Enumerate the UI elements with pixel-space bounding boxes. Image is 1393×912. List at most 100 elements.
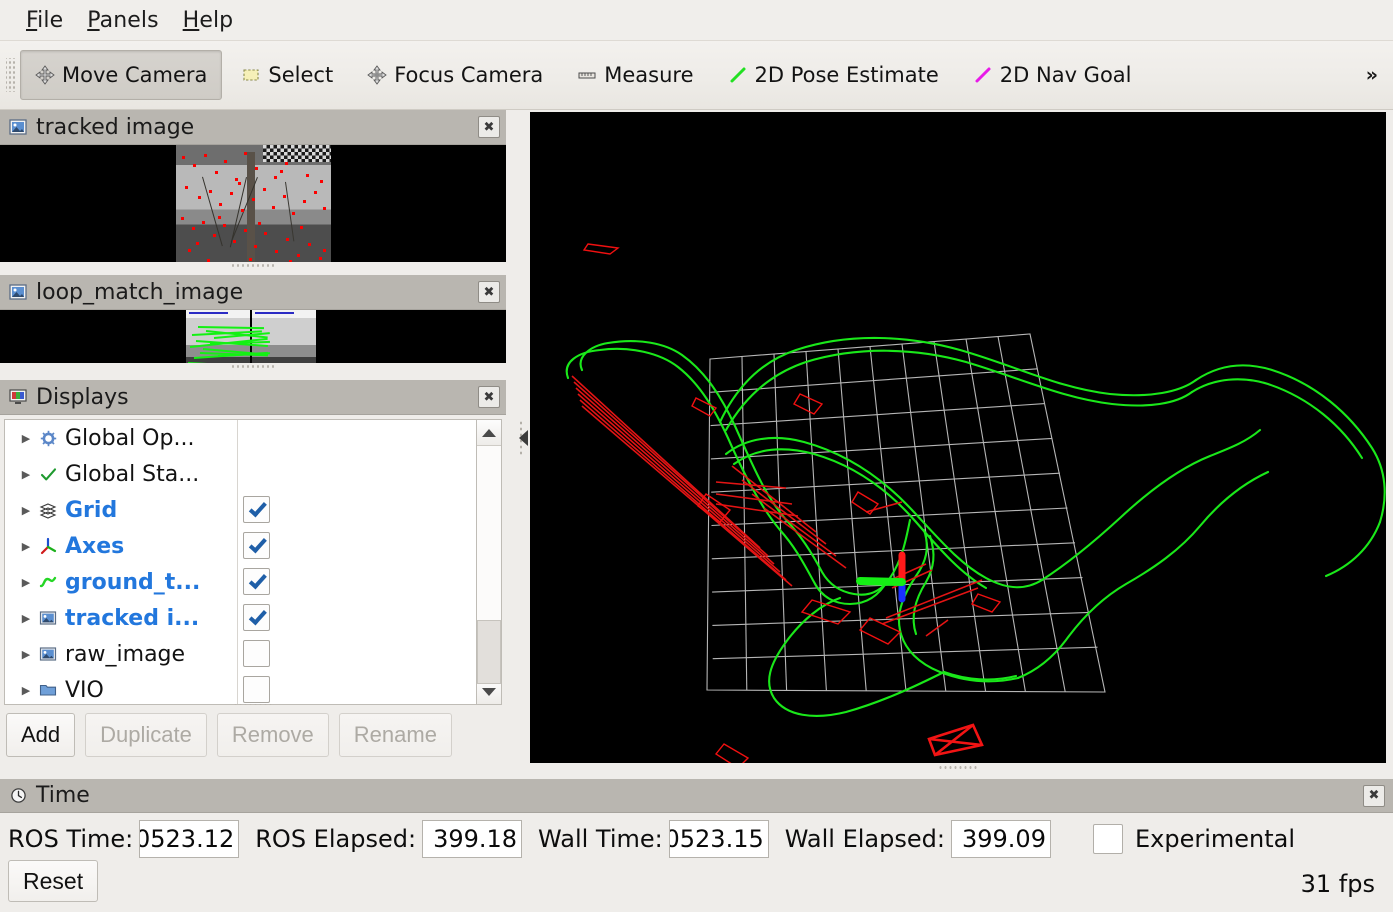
view-resize-grip[interactable] bbox=[530, 763, 1386, 771]
panel-loop-match-image: loop_match_image ✖ bbox=[0, 275, 506, 370]
focus-camera-icon bbox=[367, 65, 387, 85]
wall-time-value[interactable]: 0523.15 bbox=[668, 820, 769, 858]
panel-time-close-icon[interactable]: ✖ bbox=[1363, 784, 1385, 807]
ros-time-value[interactable]: 0523.12 bbox=[139, 820, 240, 858]
menu-file-mnemonic: F bbox=[26, 7, 38, 33]
tool-select-label: Select bbox=[268, 63, 334, 87]
scrollbar-thumb[interactable] bbox=[477, 620, 501, 684]
tree-item-label: tracked i... bbox=[65, 605, 200, 631]
panel-displays: Displays ✖ ▶ Global Op... ▶ Global Sta..… bbox=[0, 380, 506, 765]
panel-loop-match-image-close-icon[interactable]: ✖ bbox=[478, 281, 500, 303]
wall-elapsed-value[interactable]: 399.09 bbox=[950, 820, 1051, 858]
menu-help[interactable]: Help bbox=[171, 6, 246, 35]
displays-button-row: Add Duplicate Remove Rename bbox=[0, 705, 506, 765]
tool-select[interactable]: Select bbox=[226, 50, 348, 100]
duplicate-button[interactable]: Duplicate bbox=[85, 713, 207, 757]
menu-panels[interactable]: Panels bbox=[75, 6, 170, 35]
left-dock: tracked image ✖ loop_match_image ✖ Displ… bbox=[0, 110, 506, 765]
expand-arrow-icon[interactable]: ▶ bbox=[15, 468, 37, 481]
tree-item-checkbox[interactable] bbox=[243, 532, 270, 559]
tree-item-checkbox[interactable] bbox=[243, 496, 270, 523]
toolbar-drag-grip[interactable] bbox=[6, 58, 16, 92]
fps-counter: 31 fps bbox=[1300, 870, 1375, 898]
render-view-3d[interactable] bbox=[530, 112, 1386, 763]
panel-tracked-image: tracked image ✖ bbox=[0, 110, 506, 269]
tree-item-checkbox[interactable] bbox=[243, 604, 270, 631]
reset-button[interactable]: Reset bbox=[8, 860, 99, 902]
ros-elapsed-value[interactable]: 399.18 bbox=[422, 820, 523, 858]
expand-arrow-icon[interactable]: ▶ bbox=[15, 684, 37, 697]
rename-button[interactable]: Rename bbox=[338, 713, 452, 757]
tree-item-label: raw_image bbox=[65, 641, 186, 667]
panel-tracked-image-titlebar[interactable]: tracked image ✖ bbox=[0, 110, 506, 145]
tracked-image-frame bbox=[176, 145, 331, 269]
loop-match-panel-resize-grip[interactable] bbox=[0, 363, 506, 370]
menu-bar: File Panels Help bbox=[0, 0, 1393, 41]
menu-panels-label: anels bbox=[99, 7, 159, 33]
tree-item-raw-image[interactable]: ▶ raw_image bbox=[5, 636, 477, 672]
tool-measure[interactable]: Measure bbox=[562, 50, 708, 100]
panel-displays-close-icon[interactable]: ✖ bbox=[478, 386, 500, 408]
panel-displays-titlebar[interactable]: Displays ✖ bbox=[0, 380, 506, 415]
scroll-up-button[interactable] bbox=[477, 420, 501, 446]
clock-icon bbox=[8, 786, 28, 806]
tool-measure-label: Measure bbox=[604, 63, 694, 87]
select-icon bbox=[241, 65, 261, 85]
expand-arrow-icon[interactable]: ▶ bbox=[15, 504, 37, 517]
remove-button[interactable]: Remove bbox=[216, 713, 329, 757]
panel-time-titlebar[interactable]: Time ✖ bbox=[0, 779, 1393, 813]
tree-item-global-status[interactable]: ▶ Global Sta... bbox=[5, 456, 477, 492]
chevron-up-icon bbox=[482, 428, 496, 437]
tree-item-label: Grid bbox=[65, 497, 118, 523]
tree-item-checkbox[interactable] bbox=[243, 676, 270, 703]
tool-focus-camera-label: Focus Camera bbox=[394, 63, 544, 87]
experimental-checkbox[interactable] bbox=[1092, 824, 1123, 854]
menu-file-label: ile bbox=[37, 7, 64, 33]
tree-item-checkbox[interactable] bbox=[243, 568, 270, 595]
tool-2d-pose-estimate[interactable]: 2D Pose Estimate bbox=[713, 50, 954, 100]
tree-item-checkbox[interactable] bbox=[243, 640, 270, 667]
tree-item-label: Global Sta... bbox=[65, 461, 200, 487]
displays-tree[interactable]: ▶ Global Op... ▶ Global Sta... ▶ Grid ▶ … bbox=[4, 419, 478, 705]
tool-2d-nav-goal[interactable]: 2D Nav Goal bbox=[958, 50, 1147, 100]
image-icon bbox=[37, 644, 59, 664]
tool-move-camera[interactable]: Move Camera bbox=[20, 50, 223, 100]
panel-loop-match-image-titlebar[interactable]: loop_match_image ✖ bbox=[0, 275, 506, 310]
scrollbar-track[interactable] bbox=[477, 446, 501, 684]
expand-arrow-icon[interactable]: ▶ bbox=[15, 576, 37, 589]
displays-tree-scrollbar[interactable] bbox=[476, 419, 502, 705]
menu-file[interactable]: File bbox=[14, 6, 75, 35]
expand-arrow-icon[interactable]: ▶ bbox=[15, 648, 37, 661]
image-panel-icon bbox=[8, 282, 28, 302]
toolbar-overflow-button[interactable]: » bbox=[1359, 60, 1385, 90]
ros-time-label: ROS Time: bbox=[8, 825, 134, 853]
panel-tracked-image-close-icon[interactable]: ✖ bbox=[478, 116, 500, 138]
menu-help-mnemonic: H bbox=[182, 7, 200, 33]
panel-time: Time ✖ ROS Time: 0523.12 ROS Elapsed: 39… bbox=[0, 779, 1393, 912]
chevron-down-icon bbox=[482, 687, 496, 696]
expand-arrow-icon[interactable]: ▶ bbox=[15, 540, 37, 553]
panel-displays-title: Displays bbox=[36, 384, 129, 410]
move-camera-icon bbox=[35, 65, 55, 85]
image-panel-icon bbox=[8, 117, 28, 137]
dock-splitter-handle[interactable] bbox=[512, 110, 530, 765]
pose-estimate-arrow-icon bbox=[728, 65, 748, 85]
tracked-image-feature-points bbox=[176, 145, 331, 269]
expand-arrow-icon[interactable]: ▶ bbox=[15, 612, 37, 625]
tree-item-ground-truth[interactable]: ▶ ground_t... bbox=[5, 564, 477, 600]
tree-item-axes[interactable]: ▶ Axes bbox=[5, 528, 477, 564]
tracked-image-panel-resize-grip[interactable] bbox=[0, 262, 506, 269]
tool-2d-pose-estimate-label: 2D Pose Estimate bbox=[754, 63, 939, 87]
tree-item-global-options[interactable]: ▶ Global Op... bbox=[5, 420, 477, 456]
ros-elapsed-label: ROS Elapsed: bbox=[255, 825, 417, 853]
collapse-left-arrow-icon[interactable] bbox=[519, 429, 528, 446]
tree-item-label: Global Op... bbox=[65, 425, 195, 451]
expand-arrow-icon[interactable]: ▶ bbox=[15, 432, 37, 445]
axes-icon bbox=[37, 536, 59, 556]
tree-item-grid[interactable]: ▶ Grid bbox=[5, 492, 477, 528]
panel-tracked-image-title: tracked image bbox=[36, 114, 195, 140]
nav-goal-arrow-icon bbox=[973, 65, 993, 85]
add-button[interactable]: Add bbox=[6, 713, 76, 757]
tree-item-tracked-image[interactable]: ▶ tracked i... bbox=[5, 600, 477, 636]
tool-focus-camera[interactable]: Focus Camera bbox=[352, 50, 558, 100]
